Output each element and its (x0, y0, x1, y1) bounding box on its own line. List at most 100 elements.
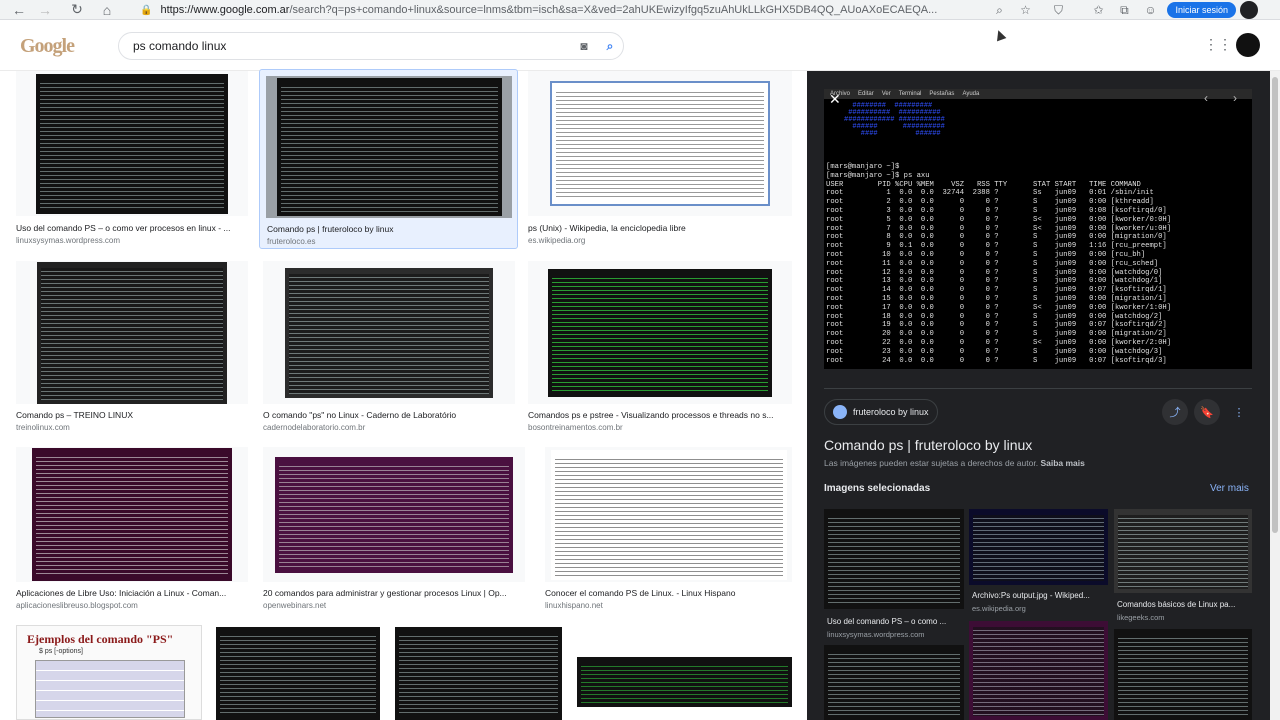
related-thumbnail[interactable] (824, 509, 964, 609)
source-chip[interactable]: fruteroloco by linux (824, 399, 938, 425)
search-header: Google ps comando linux ◙ ⌕ ⋮⋮ (0, 21, 1280, 71)
back-icon[interactable]: ← (6, 0, 32, 20)
result-tile[interactable] (395, 627, 562, 720)
related-thumbnail[interactable] (969, 621, 1108, 720)
result-tile[interactable]: O comando "ps" no Linux - Caderno de Lab… (263, 261, 515, 437)
result-caption[interactable]: Comandos ps e pstree - Visualizando proc… (528, 410, 792, 420)
result-source: openwebinars.net (263, 601, 327, 610)
url-text[interactable]: https://www.google.com.ar/search?q=ps+co… (160, 4, 986, 16)
result-source: treinolinux.com (16, 423, 70, 432)
result-source: linuxhispano.net (545, 601, 603, 610)
image-results-grid: Uso del comando PS – o como ver procesos… (0, 69, 808, 720)
related-thumbnail[interactable] (969, 509, 1108, 585)
result-tile[interactable]: Ejemplos del comando "PS" $ ps [-options… (16, 625, 202, 720)
preview-image[interactable]: Archivo Editar Ver Terminal Pestañas Ayuda ##… (824, 89, 1252, 369)
related-thumbnail[interactable] (1114, 509, 1252, 593)
google-logo[interactable]: Google (20, 35, 84, 59)
see-more-link[interactable]: Ver mais (1210, 483, 1249, 494)
card-table (35, 660, 185, 718)
search-box[interactable]: ps comando linux ◙ ⌕ (118, 32, 624, 60)
collections-icon[interactable]: ⧉ (1111, 3, 1137, 18)
signin-button[interactable]: Iniciar sesión (1167, 2, 1236, 18)
terminal-output: [mars@manjaro ~]$ [mars@manjaro ~]$ ps a… (826, 163, 1172, 365)
result-tile[interactable]: ps (Unix) - Wikipedia, la enciclopedia l… (528, 71, 792, 247)
result-thumbnail[interactable] (285, 267, 493, 398)
scrollbar-thumb[interactable] (1272, 77, 1278, 533)
result-tile[interactable]: Uso del comando PS – o como ver procesos… (16, 71, 248, 247)
more-icon[interactable]: ⋮ (1226, 399, 1252, 425)
search-icon[interactable]: ⌕ (597, 39, 623, 54)
result-thumbnail[interactable] (36, 73, 228, 214)
result-thumbnail[interactable] (32, 448, 232, 581)
result-tile[interactable]: 20 comandos para administrar y gestionar… (263, 447, 525, 612)
related-caption[interactable]: Comandos básicos de Linux pa... (1117, 600, 1252, 609)
result-tile[interactable]: Conocer el comando PS de Linux. - Linux … (545, 447, 792, 612)
divider (824, 388, 1252, 389)
result-tile[interactable] (216, 627, 380, 720)
avatar[interactable] (1240, 1, 1258, 19)
result-caption[interactable]: Aplicaciones de Libre Uso: Iniciación a … (16, 588, 248, 598)
copyright-note: Las imágenes pueden estar sujetas a dere… (824, 458, 1085, 468)
result-caption[interactable]: O comando "ps" no Linux - Caderno de Lab… (263, 410, 515, 420)
result-thumbnail[interactable] (275, 456, 513, 573)
camera-icon[interactable]: ◙ (571, 39, 597, 53)
result-thumbnail[interactable] (548, 268, 772, 397)
result-caption[interactable]: Comando ps | fruteroloco by linux (267, 224, 507, 234)
result-thumbnail[interactable] (550, 81, 770, 206)
related-source: likegeeks.com (1117, 613, 1165, 622)
globe-icon (833, 405, 847, 419)
related-caption[interactable]: Uso del comando PS – o como ... (827, 617, 963, 626)
result-thumbnail[interactable] (550, 449, 787, 580)
related-heading: Imagens selecionadas (824, 483, 931, 494)
account-avatar[interactable] (1236, 33, 1260, 57)
related-source: es.wikipedia.org (972, 604, 1026, 613)
next-icon[interactable]: › (1233, 91, 1237, 105)
learn-more-link[interactable]: Saiba mais (1040, 458, 1084, 468)
card-title: Ejemplos del comando "PS" (27, 632, 174, 646)
terminal-banner: ######## ######### ########## ##########… (844, 102, 945, 138)
prev-icon[interactable]: ‹ (1204, 91, 1208, 105)
result-caption[interactable]: Conocer el comando PS de Linux. - Linux … (545, 588, 792, 598)
star-icon[interactable]: ☆ (1012, 3, 1038, 17)
forward-icon[interactable]: → (32, 0, 58, 20)
share-icon[interactable]: ⤴ (1162, 399, 1188, 425)
result-thumbnail[interactable] (216, 627, 380, 720)
reload-icon[interactable]: ↻ (64, 0, 90, 20)
result-source: fruteroloco.es (267, 237, 316, 246)
result-thumbnail[interactable] (276, 78, 502, 216)
shield-icon[interactable]: ⛉ (1045, 3, 1071, 18)
browser-toolbar: ← → ↻ ⌂ 🔒 https://www.google.com.ar/sear… (0, 0, 1280, 20)
bookmark-icon[interactable]: 🔖 (1194, 399, 1220, 425)
result-tile-selected[interactable]: Comando ps | fruteroloco by linux fruter… (259, 69, 518, 249)
result-source: bosontreinamentos.com.br (528, 423, 623, 432)
search-input[interactable]: ps comando linux (133, 39, 571, 53)
zoom-icon[interactable]: ⌕ (986, 3, 1012, 18)
home-icon[interactable]: ⌂ (94, 0, 120, 20)
result-tile[interactable]: Comando ps – TREINO LINUX treinolinux.co… (16, 261, 248, 437)
related-caption[interactable]: Archivo:Ps output.jpg - Wikiped... (972, 591, 1108, 600)
close-icon[interactable]: ✕ (829, 91, 841, 108)
result-tile[interactable]: Comandos ps e pstree - Visualizando proc… (528, 261, 792, 437)
related-thumbnail[interactable] (1114, 629, 1252, 720)
profile-icon[interactable]: ☺ (1137, 3, 1163, 17)
result-thumbnail[interactable] (37, 261, 227, 404)
result-caption[interactable]: 20 comandos para administrar y gestionar… (263, 588, 525, 598)
address-bar[interactable]: 🔒 https://www.google.com.ar/search?q=ps+… (140, 1, 1058, 19)
apps-grid-icon[interactable]: ⋮⋮ (1204, 36, 1232, 53)
result-tile[interactable]: Aplicaciones de Libre Uso: Iniciación a … (16, 447, 248, 612)
result-thumbnail[interactable] (577, 657, 792, 707)
result-source: es.wikipedia.org (528, 236, 586, 245)
related-source: linuxsysymas.wordpress.com (827, 630, 925, 639)
result-source: aplicacioneslibreuso.blogspot.com (16, 601, 138, 610)
related-thumbnail[interactable] (824, 645, 964, 720)
lock-icon: 🔒 (140, 4, 153, 16)
result-thumbnail[interactable] (395, 627, 562, 720)
result-caption[interactable]: Comando ps – TREINO LINUX (16, 410, 248, 420)
result-caption[interactable]: Uso del comando PS – o como ver procesos… (16, 223, 248, 233)
result-tile[interactable] (577, 657, 792, 707)
result-source: linuxsysymas.wordpress.com (16, 236, 121, 245)
scrollbar[interactable] (1270, 71, 1280, 720)
result-caption[interactable]: ps (Unix) - Wikipedia, la enciclopedia l… (528, 223, 792, 233)
preview-title[interactable]: Comando ps | fruteroloco by linux (824, 437, 1032, 453)
favorites-icon[interactable]: ✩ (1085, 3, 1111, 17)
